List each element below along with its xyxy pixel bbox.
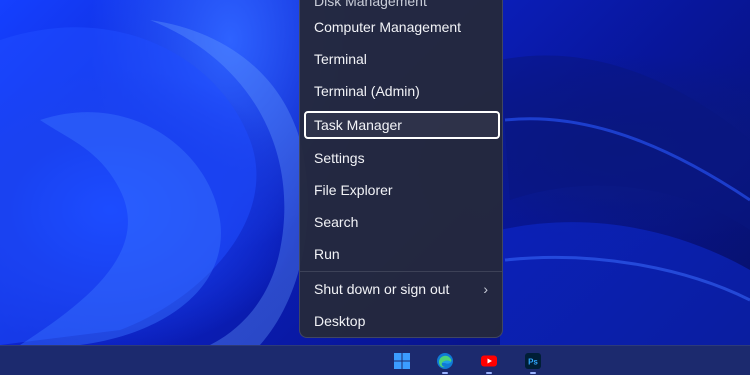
menu-item-run[interactable]: Run (304, 240, 500, 268)
menu-item-terminal-admin[interactable]: Terminal (Admin) (304, 77, 500, 105)
youtube-active-indicator (486, 372, 492, 374)
menu-item-shut-down[interactable]: Shut down or sign out › (304, 275, 500, 303)
menu-separator (300, 271, 502, 272)
menu-item-terminal[interactable]: Terminal (304, 45, 500, 73)
chevron-right-icon: › (483, 281, 488, 297)
photoshop-icon[interactable]: Ps (524, 352, 542, 370)
photoshop-icon-text: Ps (528, 358, 538, 367)
edge-browser-icon[interactable] (436, 352, 454, 370)
photoshop-active-indicator (530, 372, 536, 374)
windows-start-icon[interactable] (393, 352, 411, 370)
menu-item-search[interactable]: Search (304, 208, 500, 236)
taskbar: Ps (0, 345, 750, 375)
menu-item-task-manager[interactable]: Task Manager (304, 111, 500, 139)
menu-item-settings[interactable]: Settings (304, 144, 500, 172)
youtube-icon[interactable] (480, 352, 498, 370)
quick-link-menu: Disk Management Computer Management Term… (299, 0, 503, 338)
menu-item-desktop[interactable]: Desktop (304, 307, 500, 335)
menu-item-shut-down-label: Shut down or sign out (314, 281, 450, 297)
menu-item-file-explorer[interactable]: File Explorer (304, 176, 500, 204)
edge-active-indicator (442, 372, 448, 374)
menu-item-computer-management[interactable]: Computer Management (304, 13, 500, 41)
